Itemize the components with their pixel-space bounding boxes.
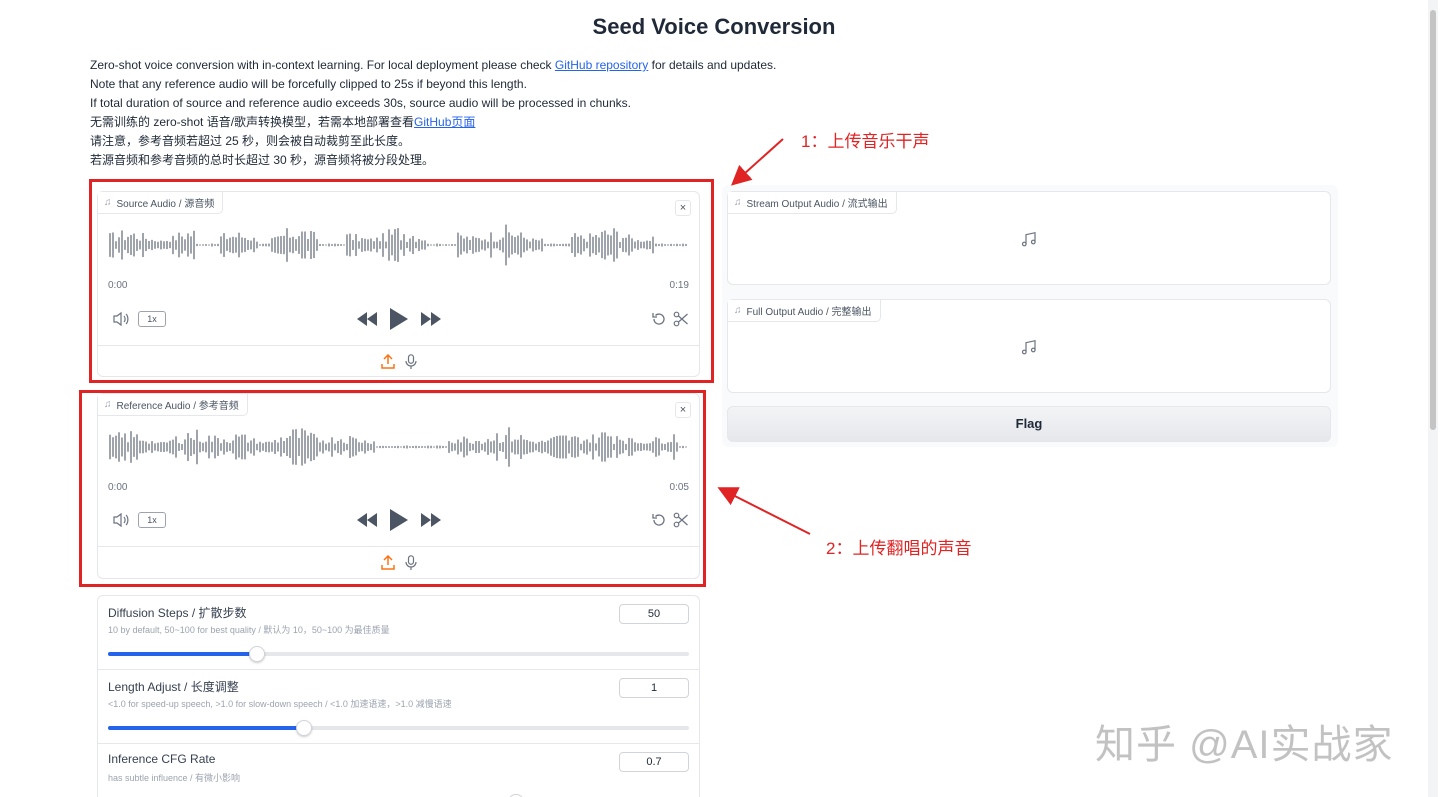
page-scrollbar[interactable] <box>1428 0 1438 797</box>
page-title: Seed Voice Conversion <box>592 14 836 39</box>
slider-label: Length Adjust / 长度调整 <box>108 680 239 694</box>
slider-row: Diffusion Steps / 扩散步数 10 by default, 50~… <box>98 596 699 670</box>
slider-thumb[interactable] <box>296 720 313 736</box>
music-note-icon: ♫ <box>734 305 742 316</box>
desc-line-2: Note that any reference audio will be fo… <box>90 77 527 91</box>
label-text: Full Output Audio / 完整输出 <box>746 307 872 318</box>
annotation-box-source <box>89 179 714 383</box>
desc-text: for details and updates. <box>648 58 777 72</box>
desc-line-3: If total duration of source and referenc… <box>90 96 631 110</box>
flag-button[interactable]: Flag <box>727 406 1331 442</box>
desc-text: 无需训练的 zero-shot 语音/歌声转换模型，若需本地部署查看 <box>90 115 415 129</box>
slider-info: has subtle influence / 有微小影响 <box>108 773 241 783</box>
watermark: 知乎 @AI实战家 <box>1095 723 1394 767</box>
slider-fill <box>108 652 257 656</box>
slider-track[interactable] <box>108 646 689 662</box>
slider-label: Inference CFG Rate <box>108 752 216 766</box>
slider-track[interactable] <box>108 720 689 736</box>
music-note-icon <box>1021 339 1037 361</box>
stream-output-audio-block: ♫ Stream Output Audio / 流式输出 <box>727 191 1331 285</box>
scrollbar-thumb[interactable] <box>1430 10 1436 430</box>
full-output-label: ♫ Full Output Audio / 完整输出 <box>728 300 881 322</box>
description: Zero-shot voice conversion with in-conte… <box>90 56 776 170</box>
github-repository-link[interactable]: GitHub repository <box>555 58 648 72</box>
desc-line-4: 无需训练的 zero-shot 语音/歌声转换模型，若需本地部署查看GitHub… <box>90 113 776 132</box>
slider-info: 10 by default, 50~100 for best quality /… <box>108 625 390 635</box>
annotation-text-1: 1：上传音乐干声 <box>801 132 930 151</box>
slider-number-input[interactable]: 0.7 <box>619 752 689 772</box>
desc-line-6: 若源音频和参考音频的总时长超过 30 秒，源音频将被分段处理。 <box>90 153 435 167</box>
annotation-arrow-2 <box>717 487 811 535</box>
slider-number-input[interactable]: 50 <box>619 604 689 624</box>
desc-line-5: 请注意，参考音频若超过 25 秒，则会被自动裁剪至此长度。 <box>90 134 411 148</box>
slider-info: <1.0 for speed-up speech, >1.0 for slow-… <box>108 699 452 709</box>
desc-line-1: Zero-shot voice conversion with in-conte… <box>90 56 776 75</box>
slider-label: Diffusion Steps / 扩散步数 <box>108 606 247 620</box>
music-note-icon <box>1021 231 1037 253</box>
full-output-audio-block: ♫ Full Output Audio / 完整输出 <box>727 299 1331 393</box>
slider-row: Length Adjust / 长度调整 <1.0 for speed-up sp… <box>98 670 699 744</box>
label-text: Stream Output Audio / 流式输出 <box>746 199 888 210</box>
stream-output-label: ♫ Stream Output Audio / 流式输出 <box>728 192 897 214</box>
page: Seed Voice Conversion Zero-shot voice co… <box>0 0 1440 797</box>
parameters-panel: Diffusion Steps / 扩散步数 10 by default, 50~… <box>97 595 700 797</box>
slider-number-input[interactable]: 1 <box>619 678 689 698</box>
desc-text: Zero-shot voice conversion with in-conte… <box>90 58 555 72</box>
annotation-box-reference <box>79 390 706 587</box>
slider-thumb[interactable] <box>248 646 265 662</box>
github-page-link[interactable]: GitHub页面 <box>414 115 475 129</box>
music-note-icon: ♫ <box>734 197 742 208</box>
annotation-text-2: 2：上传翻唱的声音 <box>826 539 972 558</box>
slider-row: Inference CFG Rate has subtle influence /… <box>98 744 699 797</box>
slider-fill <box>108 726 305 730</box>
